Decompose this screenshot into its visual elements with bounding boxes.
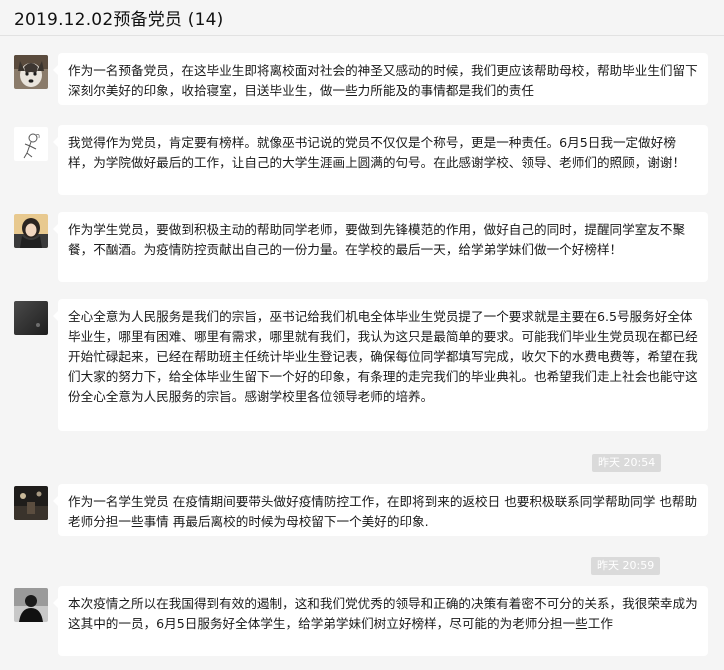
timestamp-badge: 昨天 20:59 — [591, 557, 661, 575]
timestamp-badge: 昨天 20:54 — [592, 454, 662, 472]
sketch-avatar-icon[interactable] — [14, 127, 48, 161]
message-bubble[interactable]: 作为一名学生党员 在疫情期间要带头做好疫情防控工作，在即将到来的返校日 也要积极… — [53, 484, 708, 536]
dark-avatar-icon[interactable] — [14, 301, 48, 335]
message-bubble[interactable]: 全心全意为人民服务是我们的宗旨，巫书记给我们机电全体毕业生党员提了一个要求就是主… — [53, 299, 708, 431]
husky-avatar-icon[interactable] — [14, 55, 48, 89]
message-bubble[interactable]: 作为学生党员，要做到积极主动的帮助同学老师，要做到先锋模范的作用，做好自己的同时… — [53, 212, 708, 282]
silhouette-avatar-icon[interactable] — [14, 588, 48, 622]
chat-title: 2019.12.02预备党员 (14) — [14, 10, 224, 30]
chat-header: 2019.12.02预备党员 (14) — [0, 0, 724, 36]
night-avatar-icon[interactable] — [14, 486, 48, 520]
chat-window: 2019.12.02预备党员 (14) 作为一名预备党员，在这毕业生即将离校面对… — [0, 0, 724, 670]
girl-avatar-icon[interactable] — [14, 214, 48, 248]
message-bubble[interactable]: 作为一名预备党员，在这毕业生即将离校面对社会的神圣又感动的时候，我们更应该帮助母… — [53, 53, 708, 105]
message-bubble[interactable]: 我觉得作为党员，肯定要有榜样。就像巫书记说的党员不仅仅是个称号，更是一种责任。6… — [53, 125, 708, 195]
message-bubble[interactable]: 本次疫情之所以在我国得到有效的遏制，这和我们党优秀的领导和正确的决策有着密不可分… — [53, 586, 708, 656]
